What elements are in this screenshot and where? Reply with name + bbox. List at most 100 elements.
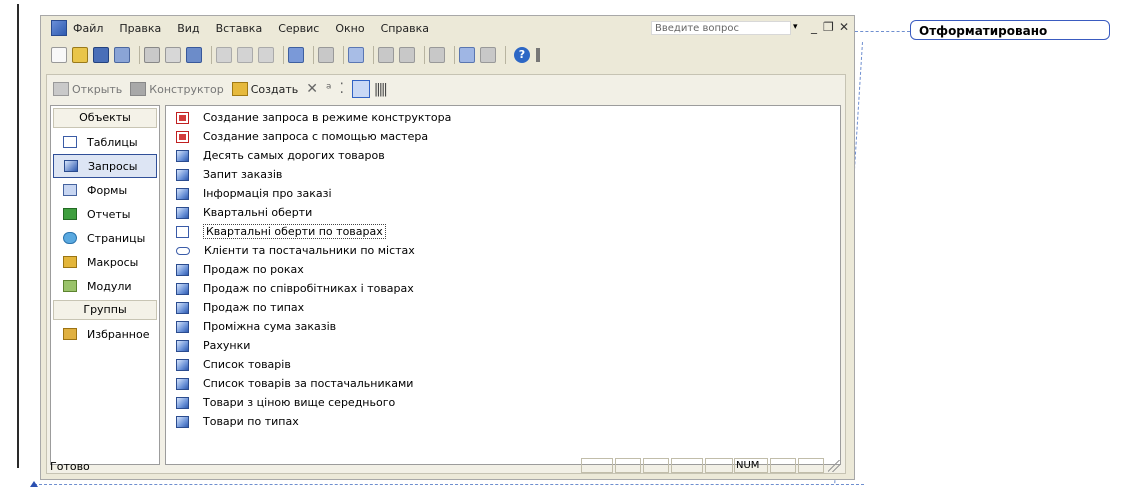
object-queries[interactable]: Запросы (53, 154, 157, 178)
cut-icon[interactable] (216, 47, 232, 63)
object-label: Таблицы (87, 135, 138, 149)
small-icons-icon[interactable]: ⁚ (339, 81, 343, 97)
list-item[interactable]: Создание запроса в режиме конструктора (166, 108, 840, 127)
list-item[interactable]: Товари з ціною вище середнього (166, 393, 840, 412)
group-label: Избранное (87, 327, 150, 341)
menu-window[interactable]: Окно (335, 22, 364, 35)
minimize-icon[interactable]: _ (811, 20, 817, 34)
open-label: Открыть (72, 82, 123, 96)
item-label: Інформація про заказі (203, 187, 332, 200)
objects-header[interactable]: Объекты (53, 108, 157, 128)
change-tracking-line-bottom (34, 484, 864, 485)
open-button[interactable]: Открыть (53, 82, 122, 96)
new-icon[interactable] (51, 47, 67, 63)
group-favorites[interactable]: Избранное (53, 322, 157, 346)
code-icon[interactable] (378, 47, 394, 63)
num-lock-indicator: NUM (736, 460, 760, 471)
object-reports[interactable]: Отчеты (53, 202, 157, 226)
item-label: Список товарів за постачальниками (203, 377, 414, 390)
relationships-icon[interactable] (459, 47, 475, 63)
object-label: Формы (87, 183, 128, 197)
design-icon (130, 82, 147, 96)
page-left-border (17, 4, 19, 468)
delete-icon[interactable]: ✕ (306, 81, 318, 97)
object-macros[interactable]: Макросы (53, 250, 157, 274)
menu-file[interactable]: Файл (73, 22, 103, 35)
office-links-icon[interactable] (318, 47, 334, 63)
list-item[interactable]: Десять самых дорогих товаров (166, 146, 840, 165)
list-item[interactable]: Інформація про заказі (166, 184, 840, 203)
help-icon[interactable]: ? (514, 47, 530, 63)
file-search-icon[interactable] (114, 47, 130, 63)
list-view-icon[interactable] (351, 80, 370, 98)
list-item-selected[interactable]: Квартальні оберти по товарах (166, 222, 840, 241)
list-item[interactable]: Продаж по типах (166, 298, 840, 317)
open-folder-icon[interactable] (72, 47, 88, 63)
list-item[interactable]: Проміжна сума заказів (166, 317, 840, 336)
groups-header[interactable]: Группы (53, 300, 157, 320)
design-button[interactable]: Конструктор (130, 82, 224, 96)
paste-icon[interactable] (258, 47, 274, 63)
item-label: Продаж по типах (203, 301, 305, 314)
new-object-icon[interactable] (480, 47, 496, 63)
item-label: Товари з ціною вище середнього (203, 396, 396, 409)
module-icon (63, 280, 77, 292)
list-item[interactable]: Товари по типах (166, 412, 840, 431)
large-icons-icon[interactable]: ᵃ (326, 81, 331, 97)
list-item[interactable]: Клієнти та постачальники по містах (166, 241, 840, 260)
comment-text: Отформатировано (919, 24, 1048, 38)
item-label: Квартальні оберти по товарах (203, 224, 386, 239)
restore-icon[interactable]: ❐ (823, 20, 834, 34)
query-icon (176, 187, 189, 200)
print-preview-icon[interactable] (165, 47, 181, 63)
list-item[interactable]: Создание запроса с помощью мастера (166, 127, 840, 146)
menu-insert[interactable]: Вставка (216, 22, 263, 35)
query-icon (176, 358, 189, 371)
copy-icon[interactable] (237, 47, 253, 63)
object-tables[interactable]: Таблицы (53, 130, 157, 154)
close-icon[interactable]: ✕ (839, 20, 849, 34)
menu-edit[interactable]: Правка (119, 22, 161, 35)
analyze-icon[interactable] (348, 47, 364, 63)
ask-question-input[interactable]: Введите вопрос (651, 21, 791, 35)
list-item[interactable]: Продаж по роках (166, 260, 840, 279)
formatting-comment-balloon[interactable]: Отформатировано (910, 20, 1110, 40)
toolbar-divider (373, 46, 374, 64)
properties-icon[interactable] (429, 47, 445, 63)
app-icon[interactable] (51, 20, 67, 36)
status-bar: Готово NUM (46, 458, 846, 476)
objects-panel: Объекты Таблицы Запросы Формы Отчеты Стр… (50, 105, 160, 465)
list-item[interactable]: Квартальні оберти (166, 203, 840, 222)
details-view-icon[interactable]: ||||| (374, 82, 388, 97)
print-icon[interactable] (144, 47, 160, 63)
object-pages[interactable]: Страницы (53, 226, 157, 250)
query-icon (176, 263, 189, 276)
menu-view[interactable]: Вид (177, 22, 199, 35)
menu-help[interactable]: Справка (381, 22, 429, 35)
create-icon (231, 82, 248, 96)
undo-icon[interactable] (288, 47, 304, 63)
save-icon[interactable] (93, 47, 109, 63)
status-text: Готово (50, 460, 90, 473)
create-button[interactable]: Создать (231, 82, 298, 96)
list-item[interactable]: Список товарів за постачальниками (166, 374, 840, 393)
object-modules[interactable]: Модули (53, 274, 157, 298)
list-item[interactable]: Рахунки (166, 336, 840, 355)
database-toolbar: Открыть Конструктор Создать ✕ ᵃ ⁚ ||||| (47, 75, 845, 103)
object-forms[interactable]: Формы (53, 178, 157, 202)
union-icon (176, 246, 190, 255)
favorites-folder-icon (63, 328, 77, 340)
toolbar-divider (505, 46, 506, 64)
query-icon (176, 282, 189, 295)
list-item[interactable]: Список товарів (166, 355, 840, 374)
menu-tools[interactable]: Сервис (278, 22, 319, 35)
spelling-icon[interactable] (186, 47, 202, 63)
query-icon (176, 206, 189, 219)
resize-grip-icon[interactable] (828, 460, 840, 472)
list-item[interactable]: Продаж по співробітниках і товарах (166, 279, 840, 298)
object-label: Макросы (87, 255, 139, 269)
toolbar-handle[interactable] (536, 48, 540, 62)
list-item[interactable]: Запит заказів (166, 165, 840, 184)
script-icon[interactable] (399, 47, 415, 63)
chevron-down-icon[interactable]: ▾ (793, 22, 798, 32)
